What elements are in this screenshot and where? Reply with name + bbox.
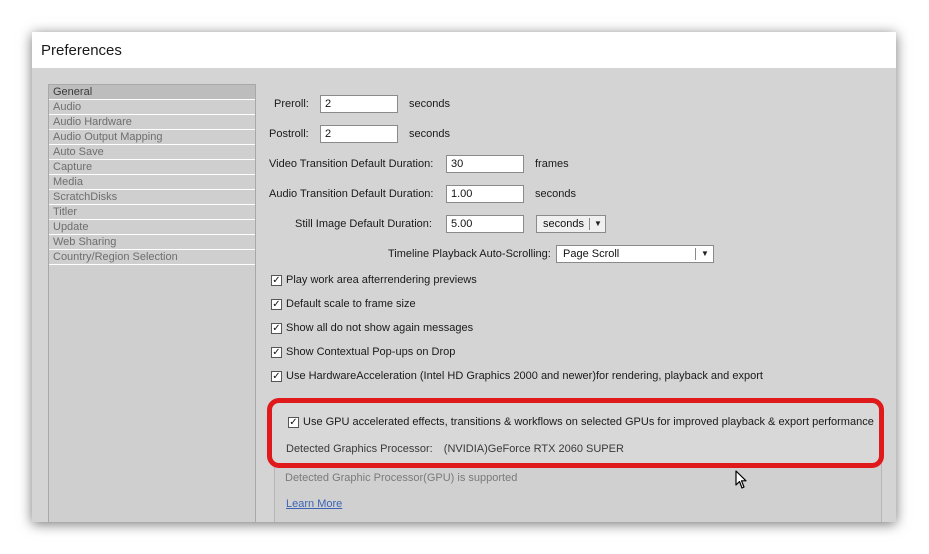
sidebar-item-audio-output-mapping[interactable]: Audio Output Mapping [49, 130, 255, 145]
sidebar-item-country-region[interactable]: Country/Region Selection [49, 250, 255, 265]
learn-more-link[interactable]: Learn More [286, 498, 342, 510]
window-title: Preferences [41, 42, 122, 59]
preroll-input[interactable] [320, 95, 398, 113]
sidebar-item-general[interactable]: General [49, 85, 255, 100]
preferences-window: Preferences General Audio Audio Hardware… [32, 32, 896, 522]
preroll-unit: seconds [409, 98, 450, 110]
sidebar-item-capture[interactable]: Capture [49, 160, 255, 175]
dropdown-separator [695, 248, 696, 260]
gpu-accelerated-label: Use GPU accelerated effects, transitions… [303, 416, 874, 428]
audio-transition-input[interactable] [446, 185, 524, 203]
still-image-label: Still Image Default Duration: [295, 218, 432, 230]
checkbox-checked-icon[interactable]: ✓ [271, 275, 282, 286]
checkbox-checked-icon[interactable]: ✓ [271, 299, 282, 310]
play-work-area-label: Play work area afterrendering previews [286, 274, 477, 286]
title-bar: Preferences [32, 32, 896, 68]
checkbox-checked-icon[interactable]: ✓ [271, 347, 282, 358]
sidebar-item-web-sharing[interactable]: Web Sharing [49, 235, 255, 250]
timeline-scroll-value: Page Scroll [563, 248, 620, 260]
chevron-down-icon: ▼ [701, 249, 709, 258]
show-messages-label: Show all do not show again messages [286, 322, 474, 334]
gpu-support-text: Detected Graphic Processor(GPU) is suppo… [285, 472, 518, 484]
timeline-scroll-dropdown[interactable]: Page Scroll ▼ [556, 245, 714, 263]
video-transition-unit: frames [535, 158, 569, 170]
sidebar-item-audio-hardware[interactable]: Audio Hardware [49, 115, 255, 130]
checkbox-checked-icon[interactable]: ✓ [271, 371, 282, 382]
postroll-unit: seconds [409, 128, 450, 140]
mouse-cursor-icon [735, 470, 747, 489]
preroll-label: Preroll: [274, 98, 309, 110]
detected-gpu-value: (NVIDIA)GeForce RTX 2060 SUPER [443, 443, 624, 455]
dropdown-separator [589, 218, 590, 230]
hardware-acceleration-label: Use HardwareAcceleration (Intel HD Graph… [286, 370, 763, 382]
audio-transition-unit: seconds [535, 188, 576, 200]
still-image-unit-value: seconds [543, 218, 584, 230]
sidebar-item-audio[interactable]: Audio [49, 100, 255, 115]
timeline-scroll-label: Timeline Playback Auto-Scrolling: [388, 248, 551, 260]
sidebar-item-titler[interactable]: Titler [49, 205, 255, 220]
preferences-sidebar: General Audio Audio Hardware Audio Outpu… [48, 84, 256, 522]
checkbox-checked-icon[interactable]: ✓ [288, 417, 299, 428]
video-transition-input[interactable] [446, 155, 524, 173]
checkbox-checked-icon[interactable]: ✓ [271, 323, 282, 334]
contextual-popups-label: Show Contextual Pop-ups on Drop [286, 346, 456, 358]
sidebar-item-media[interactable]: Media [49, 175, 255, 190]
audio-transition-label: Audio Transition Default Duration: [269, 188, 434, 200]
still-image-input[interactable] [446, 215, 524, 233]
chevron-down-icon: ▼ [594, 219, 602, 228]
sidebar-item-auto-save[interactable]: Auto Save [49, 145, 255, 160]
video-transition-label: Video Transition Default Duration: [269, 158, 434, 170]
sidebar-item-scratch-disks[interactable]: ScratchDisks [49, 190, 255, 205]
detected-gpu-label: Detected Graphics Processor: [286, 443, 433, 455]
postroll-input[interactable] [320, 125, 398, 143]
gpu-highlight-box: ✓ Use GPU accelerated effects, transitio… [267, 398, 884, 468]
postroll-label: Postroll: [269, 128, 309, 140]
detected-gpu-row: Detected Graphics Processor: (NVIDIA)GeF… [286, 443, 624, 455]
still-image-unit-dropdown[interactable]: seconds ▼ [536, 215, 606, 233]
sidebar-item-update[interactable]: Update [49, 220, 255, 235]
default-scale-label: Default scale to frame size [286, 298, 416, 310]
